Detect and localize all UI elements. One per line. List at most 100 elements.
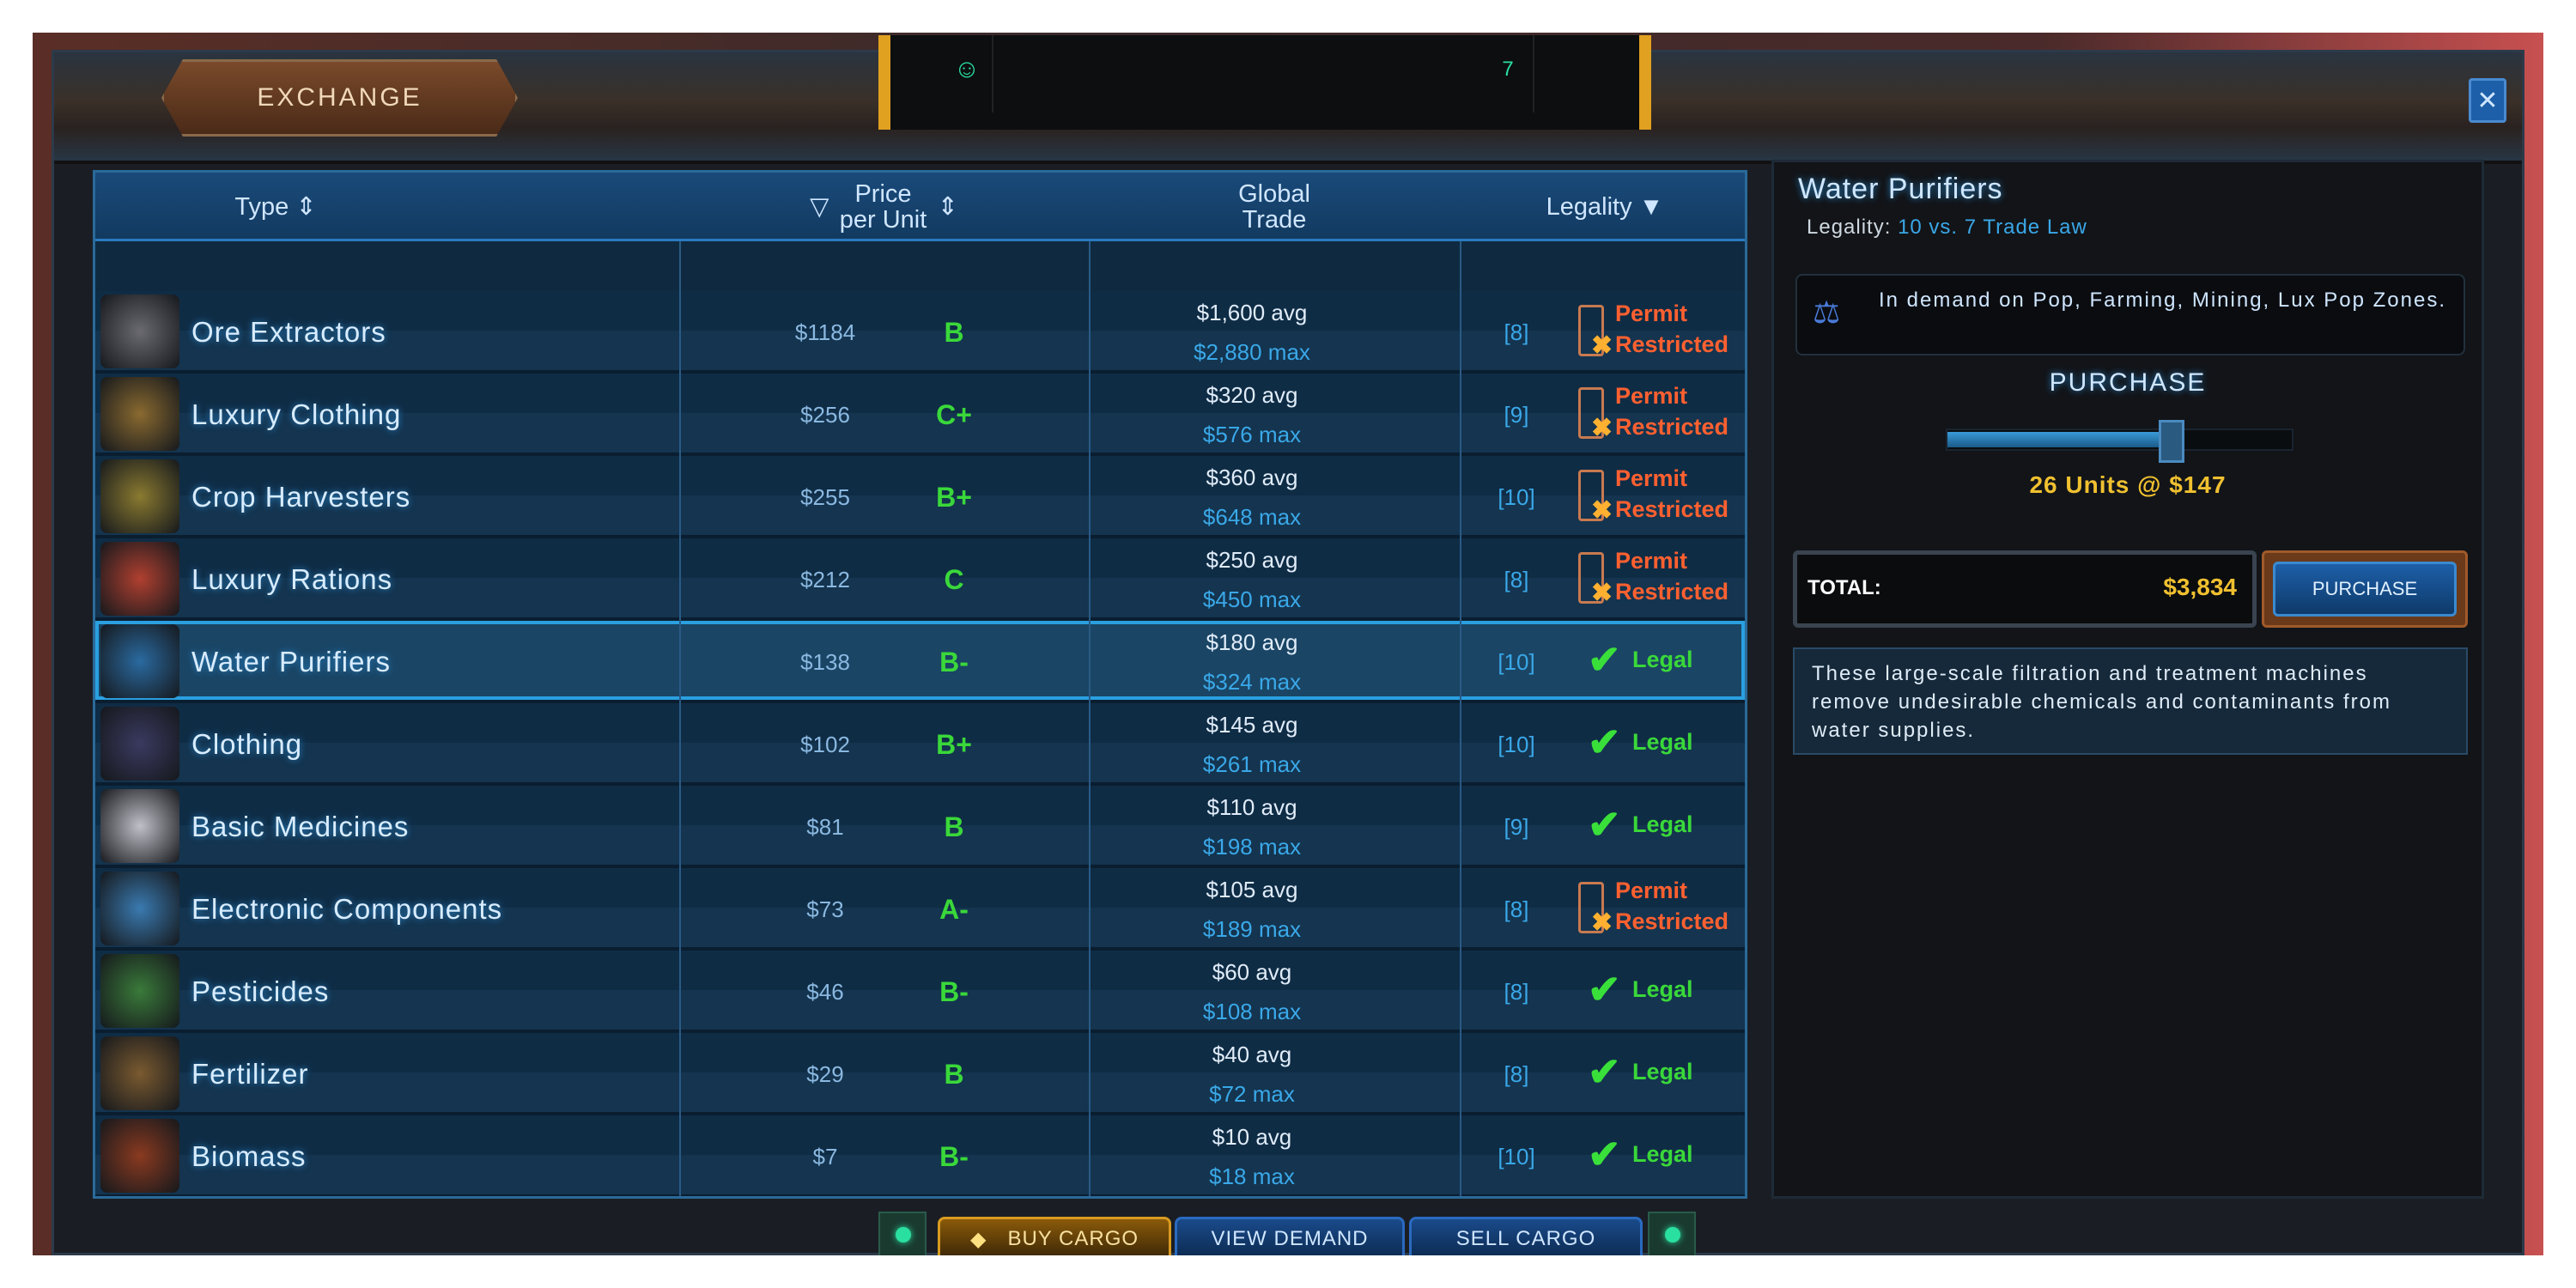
unit-price: $81 [806,813,844,840]
sort-price-header[interactable]: ▽ Price per Unit ⇕ [679,173,1089,241]
check-icon: ✔ [1588,1049,1621,1094]
global-avg: $60 avg [1212,959,1292,985]
legality-value: 10 vs. 7 Trade Law [1898,216,2087,239]
unit-price: $1184 [794,319,856,345]
trade-law-level: [8] [1504,1060,1529,1087]
global-avg: $145 avg [1206,712,1298,738]
legality-filter-header[interactable]: Legality ▼ [1460,173,1745,241]
global-max: $648 max [1202,504,1302,530]
price-header-label: Price per Unit [839,180,927,234]
global-avg: $110 avg [1206,794,1297,820]
legal-label: Legal [1632,1059,1693,1084]
restricted-label: Restricted [1615,579,1729,605]
global-max: $198 max [1202,834,1302,860]
table-row[interactable]: Electronic Components $73 A- $105 avg $1… [95,868,1745,951]
unit-price: $46 [806,978,844,1005]
check-icon: ✔ [1588,637,1621,682]
global-avg: $1,600 avg [1196,300,1308,325]
permit-restricted-icon: ✖ [1578,882,1613,936]
permit-label: Permit [1615,301,1688,326]
filter-icon: ▼ [1638,193,1664,221]
left-indicator-icon [878,1212,927,1255]
table-row[interactable]: Biomass $7 B- $10 avg $18 max [10] ✔ Legal [95,1115,1745,1196]
table-row[interactable]: Luxury Clothing $256 C+ $320 avg $576 ma… [95,374,1745,456]
quantity-slider[interactable] [1946,420,2293,463]
crew-slot-icon[interactable]: ☺ [942,35,993,112]
unit-price: $73 [806,896,844,922]
exchange-window: EXCHANGE ☺ 7 ✕ Components $1386 B- $3,24… [52,35,2524,1255]
commodity-icon [100,1036,179,1110]
table-row[interactable]: Clothing $102 B+ $145 avg $261 max [10] ✔… [95,703,1745,786]
commodity-icon [100,1119,179,1193]
legal-label: Legal [1632,1141,1693,1167]
commodity-name: Electronic Components [191,893,503,925]
tab-buy-cargo[interactable]: ◆ BUY CARGO [938,1217,1171,1255]
legal-label: Legal [1632,729,1693,755]
close-button[interactable]: ✕ [2469,78,2506,123]
permit-restricted-icon: ✖ [1578,470,1613,524]
unit-price: $29 [806,1060,844,1087]
commodity-icon [100,707,179,781]
table-row[interactable]: Ore Extractors $1184 B $1,600 avg $2,880… [95,291,1745,374]
global-max: $18 max [1209,1163,1295,1189]
table-row[interactable]: Basic Medicines $81 B $110 avg $198 max … [95,786,1745,868]
global-avg: $360 avg [1206,465,1298,490]
permit-label: Permit [1615,548,1688,574]
top-bar: EXCHANGE ☺ 7 ✕ [54,35,2522,164]
global-max: $189 max [1202,916,1302,942]
column-divider [1089,173,1091,1196]
tab-sell-cargo[interactable]: SELL CARGO [1409,1217,1643,1255]
window-title: EXCHANGE [161,59,518,137]
legal-label: Legal [1632,811,1693,837]
table-row[interactable]: Fertilizer $29 B $40 avg $72 max [8] ✔ Leg… [95,1033,1745,1115]
commodity-name: Water Purifiers [191,646,391,677]
quality-grade: A- [939,893,969,925]
unit-price: $256 [800,401,850,428]
unit-price: $102 [800,731,850,757]
check-icon: ✔ [1588,967,1621,1012]
trade-law-level: [10] [1498,1143,1535,1170]
sort-desc-icon: ▽ [810,193,829,221]
unit-price: $255 [800,483,850,510]
global-trade-label: Global Trade [1238,180,1310,234]
trade-law-level: [8] [1504,896,1529,922]
check-icon: ✔ [1588,802,1621,847]
quality-grade: B [944,316,964,348]
unit-price: $7 [812,1143,838,1170]
unit-price: $138 [800,648,850,675]
restricted-label: Restricted [1615,496,1729,522]
units-price-readout: 26 Units @ $147 [2029,471,2227,498]
table-row[interactable]: Water Purifiers $138 B- $180 avg $324 ma… [95,621,1745,703]
permit-label: Permit [1615,383,1688,409]
global-max: $108 max [1202,999,1302,1024]
legality-status: Permit Restricted [1615,545,1728,607]
tab-view-demand[interactable]: VIEW DEMAND [1175,1217,1405,1255]
purchase-button-frame: PURCHASE [2262,550,2468,628]
scales-icon: ⚖ [1813,295,1841,330]
legality-header-label: Legality [1546,193,1632,221]
commodity-icon [100,872,179,945]
global-trade-header: Global Trade [1089,173,1460,241]
table-row[interactable]: Pesticides $46 B- $60 avg $108 max [8] ✔ L… [95,951,1745,1033]
legality-label: Legality: [1807,216,1892,239]
detail-panel: Water Purifiers Legality: 10 vs. 7 Trade… [1771,160,2484,1199]
cargo-slot-badge[interactable]: 7 [1483,35,1534,112]
commodity-name: Pesticides [191,975,330,1007]
commodity-icon [100,459,179,533]
tab-buy-label: BUY CARGO [1007,1227,1139,1250]
commodity-table: Components $1386 B- $3,240 max [8]✖ Perm… [93,170,1747,1199]
demand-box: ⚖ In demand on Pop, Farming, Mining, Lux… [1795,274,2465,355]
restricted-label: Restricted [1615,908,1729,934]
table-row[interactable]: Crop Harvesters $255 B+ $360 avg $648 ma… [95,456,1745,538]
trade-law-level: [10] [1498,648,1535,675]
table-row[interactable]: Luxury Rations $212 C $250 avg $450 max … [95,538,1745,621]
total-box: TOTAL: $3,834 [1793,550,2257,628]
legality-status: Permit Restricted [1615,380,1728,442]
global-avg: $40 avg [1212,1042,1292,1067]
slider-handle[interactable] [2158,420,2184,463]
sort-type-header[interactable]: Type ⇕ [95,173,456,241]
purchase-button[interactable]: PURCHASE [2273,562,2457,617]
column-divider [1460,173,1461,1196]
trade-law-level: [9] [1504,401,1529,428]
permit-label: Permit [1615,465,1688,491]
